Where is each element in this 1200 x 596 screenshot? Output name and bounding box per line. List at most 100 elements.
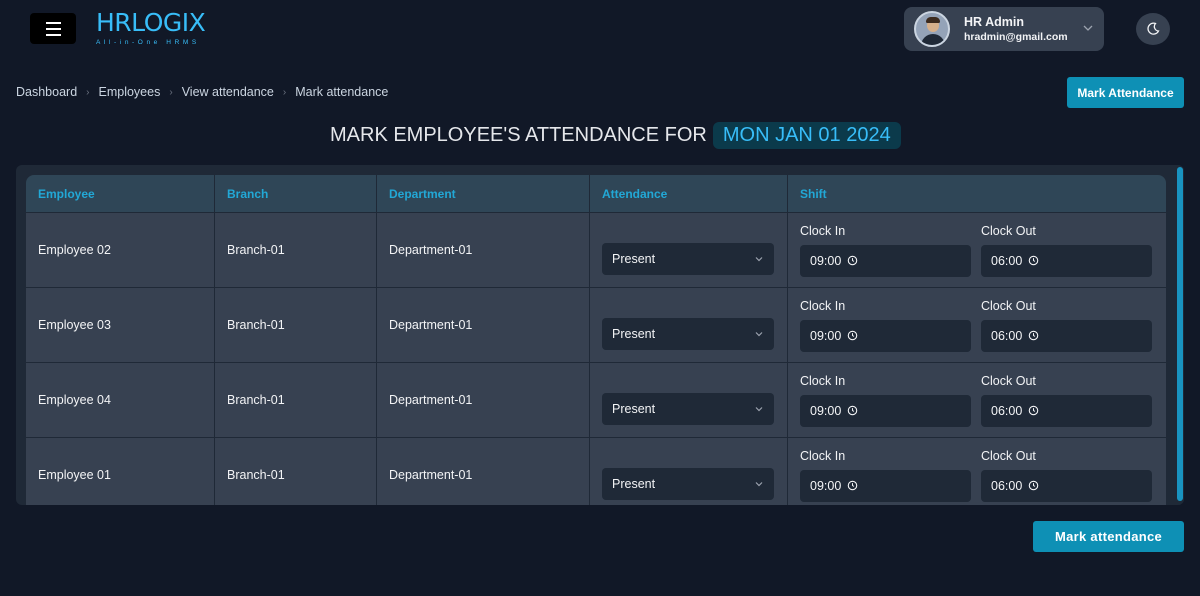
table-row: Employee 03 Branch-01 Department-01 Pres…	[26, 287, 1166, 362]
breadcrumb-employees[interactable]: Employees	[99, 85, 161, 99]
chevron-right-icon: ›	[282, 86, 287, 98]
cell-attendance: Present	[590, 362, 788, 437]
page-title-text: MARK EMPLOYEE'S ATTENDANCE FOR	[330, 124, 707, 146]
scrollbar-thumb[interactable]	[1177, 167, 1183, 501]
breadcrumb-dashboard[interactable]: Dashboard	[16, 85, 77, 99]
avatar	[914, 11, 950, 47]
scrollbar[interactable]	[1176, 165, 1184, 505]
clock-out-value: 06:00	[991, 253, 1023, 268]
date-badge: MON JAN 01 2024	[712, 122, 901, 149]
logo[interactable]: HRLOGIX All-in-One HRMS	[96, 8, 206, 47]
cell-employee: Employee 04	[26, 362, 215, 437]
user-name: HR Admin	[964, 15, 1024, 29]
header-attendance: Attendance	[590, 175, 788, 212]
chevron-right-icon: ›	[86, 86, 90, 98]
cell-branch: Branch-01	[215, 437, 377, 505]
clock-icon[interactable]	[847, 255, 858, 266]
clock-in-input[interactable]: 09:00	[800, 244, 971, 277]
cell-shift: Clock In 09:00 Clock Out 06:00	[788, 362, 1166, 437]
cell-department: Department-01	[377, 287, 590, 362]
cell-department: Department-01	[377, 212, 590, 287]
table-row: Employee 02 Branch-01 Department-01 Pres…	[26, 212, 1166, 287]
chevron-down-icon	[755, 332, 763, 337]
clock-in-input[interactable]: 09:00	[800, 469, 971, 502]
attendance-select[interactable]: Present	[602, 468, 774, 500]
clock-out-label: Clock Out	[981, 373, 1036, 388]
clock-out-value: 06:00	[991, 328, 1023, 343]
clock-in-value: 09:00	[810, 328, 842, 343]
table-row: Employee 04 Branch-01 Department-01 Pres…	[26, 362, 1166, 437]
clock-out-input[interactable]: 06:00	[981, 469, 1152, 502]
cell-attendance: Present	[590, 287, 788, 362]
chevron-down-icon	[755, 257, 763, 262]
clock-icon[interactable]	[847, 330, 858, 341]
logo-text: HRLOGIX	[96, 8, 206, 37]
chevron-down-icon	[755, 407, 763, 412]
attendance-select[interactable]: Present	[602, 243, 774, 275]
clock-icon[interactable]	[1028, 405, 1039, 416]
cell-shift: Clock In 09:00 Clock Out 06:00	[788, 287, 1166, 362]
clock-in-value: 09:00	[810, 478, 842, 493]
clock-in-label: Clock In	[800, 373, 846, 388]
table-row: Employee 01 Branch-01 Department-01 Pres…	[26, 437, 1166, 505]
clock-icon[interactable]	[1028, 480, 1039, 491]
cell-attendance: Present	[590, 437, 788, 505]
attendance-select-value: Present	[612, 402, 656, 416]
mark-attendance-submit-button[interactable]: Mark attendance	[1033, 521, 1184, 552]
chevron-down-icon	[1083, 25, 1093, 31]
clock-out-label: Clock Out	[981, 223, 1036, 238]
clock-in-input[interactable]: 09:00	[800, 319, 971, 352]
attendance-select[interactable]: Present	[602, 318, 774, 350]
clock-out-input[interactable]: 06:00	[981, 394, 1152, 427]
cell-branch: Branch-01	[215, 212, 377, 287]
cell-employee: Employee 02	[26, 212, 215, 287]
header-shift: Shift	[800, 186, 827, 201]
cell-department: Department-01	[377, 362, 590, 437]
breadcrumb: Dashboard › Employees › View attendance …	[16, 85, 388, 99]
cell-branch: Branch-01	[215, 287, 377, 362]
theme-toggle-button[interactable]	[1136, 13, 1170, 45]
cell-shift: Clock In 09:00 Clock Out 06:00	[788, 212, 1166, 287]
table-header-row: Employee Branch Department Attendance Sh…	[26, 175, 1166, 212]
attendance-select-value: Present	[612, 477, 656, 491]
clock-out-input[interactable]: 06:00	[981, 244, 1152, 277]
cell-employee: Employee 01	[26, 437, 215, 505]
page-title: MARK EMPLOYEE'S ATTENDANCE FOR MON JAN 0…	[330, 122, 901, 149]
attendance-select-value: Present	[612, 327, 656, 341]
user-menu[interactable]: HR Admin hradmin@gmail.com	[904, 7, 1104, 51]
cell-branch: Branch-01	[215, 362, 377, 437]
moon-icon	[1147, 22, 1160, 35]
header-employee: Employee	[26, 175, 215, 212]
header-department: Department	[377, 175, 590, 212]
clock-icon[interactable]	[847, 480, 858, 491]
header-branch: Branch	[215, 175, 377, 212]
clock-in-label: Clock In	[800, 223, 846, 238]
clock-icon[interactable]	[1028, 255, 1039, 266]
clock-out-input[interactable]: 06:00	[981, 319, 1152, 352]
breadcrumb-mark-attendance: Mark attendance	[295, 85, 389, 99]
clock-out-label: Clock Out	[981, 298, 1036, 313]
clock-in-input[interactable]: 09:00	[800, 394, 971, 427]
clock-in-value: 09:00	[810, 253, 842, 268]
cell-shift: Clock In 09:00 Clock Out 06:00	[788, 437, 1166, 505]
clock-out-value: 06:00	[991, 478, 1023, 493]
clock-icon[interactable]	[1028, 330, 1039, 341]
cell-employee: Employee 03	[26, 287, 215, 362]
breadcrumb-view-attendance[interactable]: View attendance	[182, 85, 274, 99]
cell-attendance: Present	[590, 212, 788, 287]
attendance-table: Employee Branch Department Attendance Sh…	[26, 175, 1166, 505]
chevron-right-icon: ›	[169, 86, 173, 98]
mark-attendance-top-button[interactable]: Mark Attendance	[1067, 77, 1184, 108]
clock-icon[interactable]	[847, 405, 858, 416]
attendance-table-container: Employee Branch Department Attendance Sh…	[16, 165, 1184, 505]
logo-tagline: All-in-One HRMS	[96, 39, 200, 46]
attendance-select-value: Present	[612, 252, 656, 266]
menu-button[interactable]	[30, 13, 76, 44]
chevron-down-icon	[755, 482, 763, 487]
cell-department: Department-01	[377, 437, 590, 505]
hamburger-icon	[45, 21, 61, 24]
clock-out-value: 06:00	[991, 403, 1023, 418]
clock-in-label: Clock In	[800, 298, 846, 313]
clock-in-value: 09:00	[810, 403, 842, 418]
attendance-select[interactable]: Present	[602, 393, 774, 425]
